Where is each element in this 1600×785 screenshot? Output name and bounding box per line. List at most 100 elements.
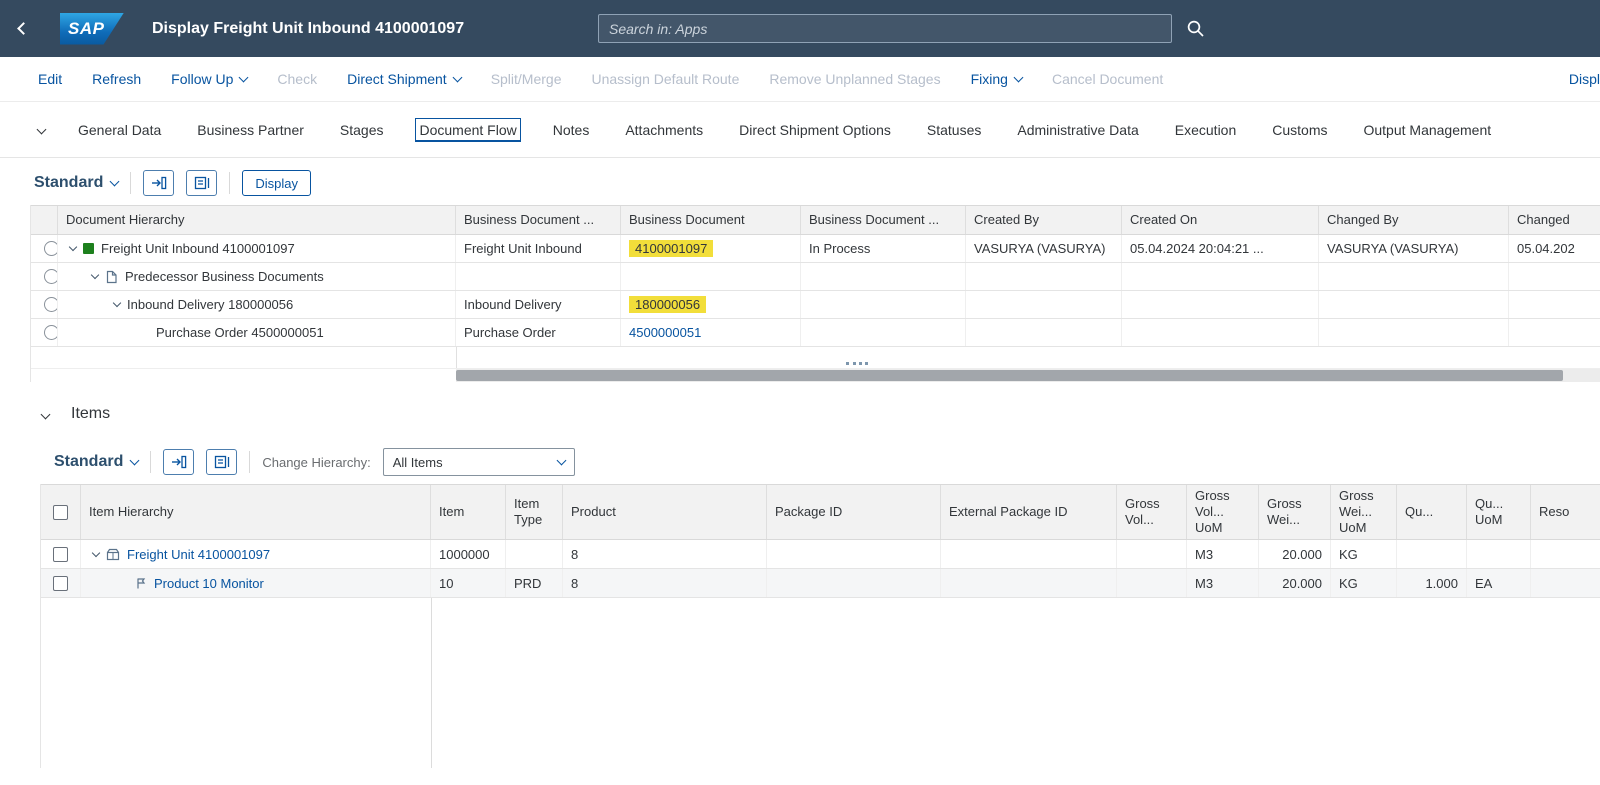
created-by-cell: VASURYA (VASURYA) xyxy=(966,235,1122,262)
scrollbar-thumb[interactable] xyxy=(456,370,1563,381)
changed-on-cell xyxy=(1509,319,1600,346)
search-icon[interactable] xyxy=(1186,19,1205,38)
hierarchy-cell: Product 10 Monitor xyxy=(81,569,431,597)
column-header-gross-volume-uom[interactable]: Gross Vol... UoM xyxy=(1187,485,1259,539)
tab-document-flow[interactable]: Document Flow xyxy=(416,119,519,141)
refresh-button[interactable]: Refresh xyxy=(92,71,141,87)
column-header-quantity[interactable]: Qu... xyxy=(1397,485,1467,539)
tab-notes[interactable]: Notes xyxy=(550,119,593,141)
external-package-id-cell xyxy=(941,540,1117,568)
back-button[interactable] xyxy=(0,0,46,57)
document-number-link[interactable]: 4500000051 xyxy=(629,325,701,340)
documents-icon xyxy=(105,270,118,284)
freight-unit-inbound-icon xyxy=(83,243,94,254)
items-row[interactable]: Product 10 Monitor 10 PRD 8 M3 20.000 KG… xyxy=(41,569,1600,598)
collapse-all-button[interactable] xyxy=(186,170,217,196)
docflow-row[interactable]: Inbound Delivery 180000056 Inbound Deliv… xyxy=(31,291,1600,319)
gross-weight-uom-cell: KG xyxy=(1331,540,1397,568)
tab-business-partner[interactable]: Business Partner xyxy=(194,119,307,141)
column-header-product[interactable]: Product xyxy=(563,485,767,539)
docflow-row[interactable]: Freight Unit Inbound 4100001097 Freight … xyxy=(31,235,1600,263)
changed-by-cell xyxy=(1319,319,1509,346)
tab-statuses[interactable]: Statuses xyxy=(924,119,984,141)
column-header-item-hierarchy[interactable]: Item Hierarchy xyxy=(81,485,431,539)
row-select-radio[interactable] xyxy=(44,325,58,340)
sap-logo: SAP xyxy=(60,13,124,45)
tree-collapse-icon[interactable] xyxy=(113,299,121,307)
direct-shipment-menu-button[interactable]: Direct Shipment xyxy=(347,71,461,87)
selection-column-header xyxy=(31,206,58,234)
display-button[interactable]: Display xyxy=(242,170,311,196)
search-input[interactable] xyxy=(598,14,1172,43)
docflow-row[interactable]: Predecessor Business Documents xyxy=(31,263,1600,291)
hierarchy-cell: Freight Unit Inbound 4100001097 xyxy=(58,235,456,262)
items-section-header: Items xyxy=(0,398,1600,430)
toolbar-separator xyxy=(249,451,250,473)
column-header-external-package-id[interactable]: External Package ID xyxy=(941,485,1117,539)
package-id-cell xyxy=(767,540,941,568)
tree-collapse-icon[interactable] xyxy=(92,548,100,556)
tab-execution[interactable]: Execution xyxy=(1172,119,1239,141)
variant-selector[interactable]: Standard xyxy=(34,174,118,192)
row-select-checkbox[interactable] xyxy=(53,547,68,562)
column-header-document-hierarchy[interactable]: Document Hierarchy xyxy=(58,206,456,234)
fixing-menu-button[interactable]: Fixing xyxy=(971,71,1022,87)
display-overflow-button[interactable]: Displ xyxy=(1569,71,1600,87)
column-header-created-by[interactable]: Created By xyxy=(966,206,1122,234)
select-all-checkbox[interactable] xyxy=(53,505,68,520)
items-collapse-icon[interactable] xyxy=(42,411,49,418)
column-header-business-document-status[interactable]: Business Document ... xyxy=(801,206,966,234)
hierarchy-link[interactable]: Freight Unit 4100001097 xyxy=(127,547,270,562)
gross-volume-uom-cell: M3 xyxy=(1187,540,1259,568)
column-header-item[interactable]: Item xyxy=(431,485,506,539)
tree-collapse-icon[interactable] xyxy=(69,243,77,251)
tree-collapse-icon[interactable] xyxy=(91,271,99,279)
tab-stages[interactable]: Stages xyxy=(337,119,387,141)
column-header-gross-weight-uom[interactable]: Gross Wei... UoM xyxy=(1331,485,1397,539)
header-collapse-icon[interactable] xyxy=(38,126,45,133)
horizontal-scrollbar[interactable] xyxy=(456,369,1600,382)
column-header-gross-weight[interactable]: Gross Wei... xyxy=(1259,485,1331,539)
changed-on-cell xyxy=(1509,291,1600,318)
column-header-resource[interactable]: Reso xyxy=(1531,485,1600,539)
expand-all-button[interactable] xyxy=(163,449,194,475)
row-select-radio[interactable] xyxy=(44,269,58,284)
document-flow-table: Document Hierarchy Business Document ...… xyxy=(30,205,1600,382)
created-by-cell xyxy=(966,291,1122,318)
highlighted-document-number: 180000056 xyxy=(629,296,706,313)
items-section-title: Items xyxy=(71,405,110,423)
row-select-radio[interactable] xyxy=(44,241,58,256)
column-header-created-on[interactable]: Created On xyxy=(1122,206,1319,234)
table-resize-grip-icon[interactable] xyxy=(846,362,868,365)
docflow-row[interactable]: Purchase Order 4500000051 Purchase Order… xyxy=(31,319,1600,347)
items-row[interactable]: Freight Unit 4100001097 1000000 8 M3 20.… xyxy=(41,540,1600,569)
column-header-gross-volume[interactable]: Gross Vol... xyxy=(1117,485,1187,539)
follow-up-menu-button[interactable]: Follow Up xyxy=(171,71,247,87)
chevron-down-icon xyxy=(110,176,120,186)
business-document-cell: 180000056 xyxy=(621,291,801,318)
edit-button[interactable]: Edit xyxy=(38,71,62,87)
tab-general-data[interactable]: General Data xyxy=(75,119,164,141)
items-variant-selector[interactable]: Standard xyxy=(54,453,138,471)
column-header-quantity-uom[interactable]: Qu... UoM xyxy=(1467,485,1531,539)
column-header-changed-by[interactable]: Changed By xyxy=(1319,206,1509,234)
column-header-business-document[interactable]: Business Document xyxy=(621,206,801,234)
tab-customs[interactable]: Customs xyxy=(1269,119,1330,141)
tab-administrative-data[interactable]: Administrative Data xyxy=(1014,119,1141,141)
collapse-all-button[interactable] xyxy=(206,449,237,475)
tab-direct-shipment-options[interactable]: Direct Shipment Options xyxy=(736,119,894,141)
tab-strip: General Data Business Partner Stages Doc… xyxy=(0,102,1600,158)
chevron-down-icon xyxy=(452,73,462,83)
row-select-checkbox[interactable] xyxy=(53,576,68,591)
tab-attachments[interactable]: Attachments xyxy=(622,119,706,141)
column-header-package-id[interactable]: Package ID xyxy=(767,485,941,539)
column-header-item-type[interactable]: Item Type xyxy=(506,485,563,539)
column-header-business-document-type[interactable]: Business Document ... xyxy=(456,206,621,234)
expand-all-button[interactable] xyxy=(143,170,174,196)
tab-output-management[interactable]: Output Management xyxy=(1360,119,1494,141)
hierarchy-link[interactable]: Product 10 Monitor xyxy=(154,576,264,591)
hierarchy-filter-select[interactable]: All Items xyxy=(383,448,575,476)
collapse-all-icon xyxy=(194,176,210,190)
column-header-changed-on[interactable]: Changed xyxy=(1509,206,1600,234)
row-select-radio[interactable] xyxy=(44,297,58,312)
